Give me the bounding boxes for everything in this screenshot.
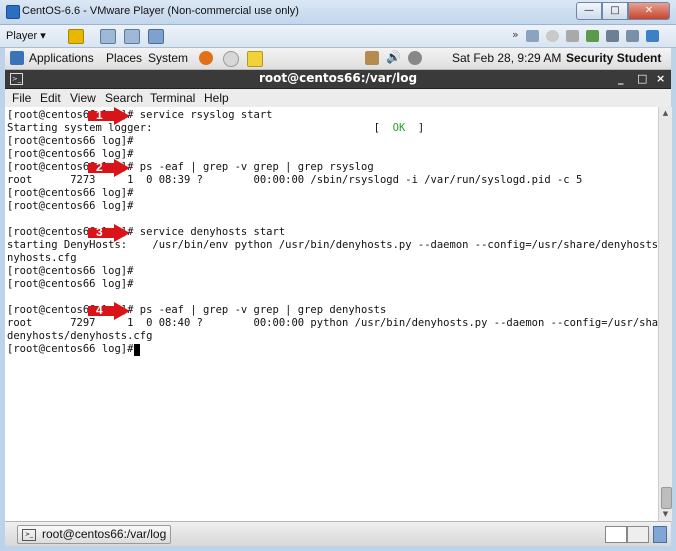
player-menu-button[interactable]: Player ▾ bbox=[6, 28, 46, 44]
terminal-line: denyhosts/denyhosts.cfg bbox=[7, 330, 153, 342]
clock[interactable]: Sat Feb 28, 9:29 AM bbox=[452, 51, 561, 65]
message-log-icon[interactable] bbox=[646, 30, 659, 42]
arrow-head bbox=[114, 224, 130, 242]
gnome-top-panel: Applications Places System 🔊 Sat Feb 28,… bbox=[5, 48, 671, 70]
terminal-line: [root@centos66 log]# bbox=[7, 135, 134, 147]
annotation-number: 4 bbox=[96, 303, 103, 317]
send-ctrl-alt-del-icon[interactable] bbox=[100, 29, 116, 44]
workspace-2[interactable] bbox=[627, 526, 649, 543]
floppy-icon[interactable] bbox=[566, 30, 579, 42]
volume-icon[interactable]: 🔊 bbox=[386, 50, 401, 64]
taskbar-window-button[interactable]: >_ root@centos66:/var/log bbox=[17, 525, 171, 544]
terminal-icon: >_ bbox=[22, 529, 36, 541]
gnome-bottom-panel: >_ root@centos66:/var/log bbox=[5, 521, 671, 546]
menu-view[interactable]: View bbox=[70, 91, 96, 105]
terminal-title-bar: >_ root@centos66:/var/log _ □ × bbox=[5, 70, 671, 89]
terminal-line: [root@centos66 log]# bbox=[7, 278, 134, 290]
terminal-line: nyhosts.cfg bbox=[7, 252, 77, 264]
usb-device-icon[interactable] bbox=[586, 30, 599, 42]
email-client-icon[interactable] bbox=[223, 51, 239, 67]
workspace-1[interactable] bbox=[605, 526, 627, 543]
vmware-app-icon bbox=[6, 5, 20, 19]
fullscreen-icon[interactable] bbox=[124, 29, 140, 44]
system-menu[interactable]: System bbox=[148, 51, 188, 65]
terminal-menu-bar: File Edit View Search Terminal Help bbox=[5, 89, 671, 108]
terminal-line: [root@centos66 log]# service denyhosts s… bbox=[7, 226, 286, 238]
terminal-line-suffix: ] bbox=[405, 122, 425, 134]
vmware-window-title: CentOS-6.6 - VMware Player (Non-commerci… bbox=[22, 5, 299, 17]
terminal-window-title: root@centos66:/var/log bbox=[258, 71, 418, 85]
cd-dvd-icon[interactable] bbox=[546, 30, 559, 42]
annotation-number: 2 bbox=[96, 160, 103, 174]
terminal-line: Starting system logger: [ OK ] bbox=[7, 122, 424, 135]
printer-icon[interactable] bbox=[606, 30, 619, 42]
pause-icon[interactable] bbox=[68, 29, 84, 44]
annotation-arrow-2: 2 bbox=[88, 159, 130, 177]
terminal-prompt: [root@centos66 log]# bbox=[7, 343, 140, 355]
window-controls: — □ ✕ bbox=[576, 2, 670, 20]
trash-icon[interactable] bbox=[653, 526, 667, 543]
firefox-icon[interactable] bbox=[199, 51, 213, 65]
text-cursor bbox=[134, 344, 140, 356]
more-devices-icon[interactable]: » bbox=[512, 28, 519, 41]
menu-help[interactable]: Help bbox=[204, 91, 229, 105]
annotation-number: 1 bbox=[96, 108, 103, 122]
updates-icon[interactable] bbox=[408, 51, 422, 65]
arrow-head bbox=[114, 107, 130, 125]
minimize-button[interactable]: — bbox=[576, 2, 602, 20]
sound-card-icon[interactable] bbox=[626, 30, 639, 42]
menu-file[interactable]: File bbox=[12, 91, 31, 105]
annotation-number: 3 bbox=[96, 225, 103, 239]
terminal-line: [root@centos66 log]# bbox=[7, 265, 134, 277]
terminal-line: [root@centos66 log]# bbox=[7, 200, 134, 212]
terminal-line: [root@centos66 log]# ps -eaf | grep -v g… bbox=[7, 304, 387, 316]
arrow-head bbox=[114, 159, 130, 177]
vmware-title-bar: CentOS-6.6 - VMware Player (Non-commerci… bbox=[0, 0, 676, 25]
terminal-maximize-button[interactable]: □ bbox=[637, 72, 647, 85]
terminal-minimize-button[interactable]: _ bbox=[618, 72, 624, 85]
terminal-line: [root@centos66 log]# service rsyslog sta… bbox=[7, 109, 273, 121]
unity-icon[interactable] bbox=[148, 29, 164, 44]
annotation-arrow-4: 4 bbox=[88, 302, 130, 320]
scroll-down-arrow-icon[interactable]: ▼ bbox=[660, 509, 671, 520]
taskbar-window-label: root@centos66:/var/log bbox=[42, 527, 167, 541]
annotation-arrow-1: 1 bbox=[88, 107, 130, 125]
vmware-toolbar: Player ▾ » bbox=[0, 25, 676, 48]
terminal-scrollbar[interactable]: ▲ ▼ bbox=[658, 107, 672, 521]
menu-search[interactable]: Search bbox=[105, 91, 143, 105]
close-button[interactable]: ✕ bbox=[628, 2, 670, 20]
network-adapter-icon[interactable] bbox=[526, 30, 539, 42]
menu-edit[interactable]: Edit bbox=[40, 91, 61, 105]
terminal-close-button[interactable]: × bbox=[656, 72, 665, 85]
scroll-up-arrow-icon[interactable]: ▲ bbox=[660, 108, 671, 119]
annotation-arrow-3: 3 bbox=[88, 224, 130, 242]
network-manager-icon[interactable] bbox=[365, 51, 379, 65]
arrow-head bbox=[114, 302, 130, 320]
terminal-line: [root@centos66 log]# ps -eaf | grep -v g… bbox=[7, 161, 374, 173]
terminal-line-text: Starting system logger: [ bbox=[7, 122, 393, 134]
scrollbar-thumb[interactable] bbox=[661, 487, 672, 509]
user-name[interactable]: Security Student bbox=[566, 51, 661, 65]
text-editor-icon[interactable] bbox=[247, 51, 263, 67]
status-ok: OK bbox=[392, 122, 406, 134]
places-menu[interactable]: Places bbox=[106, 51, 142, 65]
maximize-button[interactable]: □ bbox=[602, 2, 628, 20]
terminal-line: [root@centos66 log]# bbox=[7, 187, 134, 199]
applications-menu[interactable]: Applications bbox=[29, 51, 94, 65]
gnome-foot-icon bbox=[10, 51, 24, 65]
menu-terminal[interactable]: Terminal bbox=[150, 91, 195, 105]
